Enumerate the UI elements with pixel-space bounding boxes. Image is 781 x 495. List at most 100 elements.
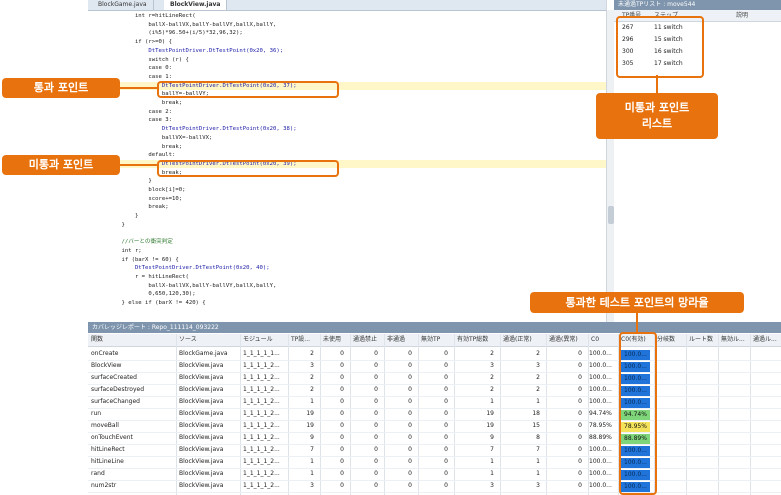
code-line[interactable]: case 2: [108,108,172,116]
metric-value[interactable]: 19 [290,421,314,431]
metric-value[interactable]: 0 [352,457,378,467]
c0-value[interactable]: 78.95% [589,421,616,431]
metric-value[interactable]: 0 [548,445,582,455]
metric-value[interactable]: 8 [502,433,540,443]
tab-blockgame[interactable]: BlockGame.java [92,0,154,10]
metric-value[interactable]: 0 [386,457,412,467]
module-id[interactable]: 1_1_1_1_2... [243,421,287,431]
metric-value[interactable]: 0 [548,457,582,467]
function-name[interactable]: onTouchEvent [91,433,173,443]
function-name[interactable]: hitLineRect [91,445,173,455]
module-id[interactable]: 1_1_1_1_2... [243,409,287,419]
metric-value[interactable]: 7 [456,445,494,455]
col-header[interactable]: 通過(異常) [549,335,585,345]
module-id[interactable]: 1_1_1_1_2... [243,445,287,455]
metric-value[interactable]: 0 [322,385,344,395]
c0-value[interactable]: 100.0... [589,373,616,383]
function-name[interactable]: surfaceDestroyed [91,385,173,395]
code-line[interactable]: case 0: [108,64,172,72]
code-line[interactable]: DtTestPointDriver.DtTestPoint(0x20, 38); [108,125,297,133]
function-name[interactable]: surfaceCreated [91,373,173,383]
metric-value[interactable]: 0 [322,397,344,407]
metric-value[interactable]: 0 [386,349,412,359]
code-line[interactable]: r = hitLineRect( [108,273,189,281]
metric-value[interactable]: 0 [386,361,412,371]
c0-value[interactable]: 100.0... [589,385,616,395]
c0-value[interactable]: 94.74% [589,409,616,419]
col-header[interactable]: ルート数 [689,335,715,345]
metric-value[interactable]: 1 [502,397,540,407]
function-name[interactable]: hitLineLine [91,457,173,467]
metric-value[interactable]: 0 [386,445,412,455]
metric-value[interactable]: 0 [352,469,378,479]
c0-value[interactable]: 88.89% [589,433,616,443]
metric-value[interactable]: 0 [322,409,344,419]
code-line[interactable]: (i%5)*96.50+(i/5)*32,96,32); [108,29,242,37]
metric-value[interactable]: 0 [322,457,344,467]
metric-value[interactable]: 0 [352,397,378,407]
metric-value[interactable]: 0 [352,361,378,371]
col-header[interactable]: ソース [179,335,237,345]
metric-value[interactable]: 0 [420,469,448,479]
metric-value[interactable]: 0 [322,433,344,443]
metric-value[interactable]: 1 [290,457,314,467]
metric-value[interactable]: 9 [290,433,314,443]
col-header[interactable]: 無効TP [421,335,451,345]
module-id[interactable]: 1_1_1_1_2... [243,373,287,383]
metric-value[interactable]: 3 [456,361,494,371]
metric-value[interactable]: 0 [322,421,344,431]
metric-value[interactable]: 1 [456,469,494,479]
col-header[interactable]: 通過ル... [753,335,779,345]
metric-value[interactable]: 0 [548,361,582,371]
metric-value[interactable]: 3 [502,361,540,371]
metric-value[interactable]: 0 [352,421,378,431]
metric-value[interactable]: 1 [290,469,314,479]
metric-value[interactable]: 0 [352,445,378,455]
source-file[interactable]: BlockView.java [179,433,237,443]
code-line[interactable]: DtTestPointDriver.DtTestPoint(0x20, 40); [108,264,270,272]
metric-value[interactable]: 0 [322,361,344,371]
metric-value[interactable]: 0 [386,397,412,407]
metric-value[interactable]: 0 [420,421,448,431]
module-id[interactable]: 1_1_1_1_2... [243,397,287,407]
col-header[interactable]: 通過(正常) [503,335,543,345]
metric-value[interactable]: 3 [290,361,314,371]
metric-value[interactable]: 2 [290,349,314,359]
metric-value[interactable]: 0 [548,433,582,443]
c0-value[interactable]: 100.0... [589,481,616,491]
module-id[interactable]: 1_1_1_1_1... [243,349,287,359]
metric-value[interactable]: 0 [352,481,378,491]
c0-value[interactable]: 100.0... [589,469,616,479]
metric-value[interactable]: 7 [290,445,314,455]
function-name[interactable]: moveBall [91,421,173,431]
source-file[interactable]: BlockView.java [179,409,237,419]
module-id[interactable]: 1_1_1_1_2... [243,469,287,479]
metric-value[interactable]: 0 [548,481,582,491]
col-header[interactable]: 未使用 [323,335,347,345]
c0-value[interactable]: 100.0... [589,397,616,407]
module-id[interactable]: 1_1_1_1_2... [243,481,287,491]
code-line[interactable]: score+=10; [108,195,182,203]
metric-value[interactable]: 3 [290,481,314,491]
metric-value[interactable]: 0 [420,433,448,443]
metric-value[interactable]: 0 [386,433,412,443]
metric-value[interactable]: 0 [548,409,582,419]
c0-value[interactable]: 100.0... [589,445,616,455]
metric-value[interactable]: 0 [322,349,344,359]
module-id[interactable]: 1_1_1_1_2... [243,433,287,443]
metric-value[interactable]: 0 [420,349,448,359]
metric-value[interactable]: 2 [290,385,314,395]
function-name[interactable]: num2str [91,481,173,491]
code-line[interactable]: break; [108,143,182,151]
metric-value[interactable]: 0 [352,385,378,395]
source-file[interactable]: BlockView.java [179,457,237,467]
c0-value[interactable]: 100.0... [589,457,616,467]
metric-value[interactable]: 0 [420,397,448,407]
metric-value[interactable]: 0 [548,421,582,431]
code-line[interactable]: } [108,212,138,220]
code-line[interactable]: if (r>=0) { [108,38,172,46]
metric-value[interactable]: 0 [386,385,412,395]
metric-value[interactable]: 0 [386,481,412,491]
col-header[interactable]: 無効ル... [721,335,747,345]
source-file[interactable]: BlockView.java [179,469,237,479]
